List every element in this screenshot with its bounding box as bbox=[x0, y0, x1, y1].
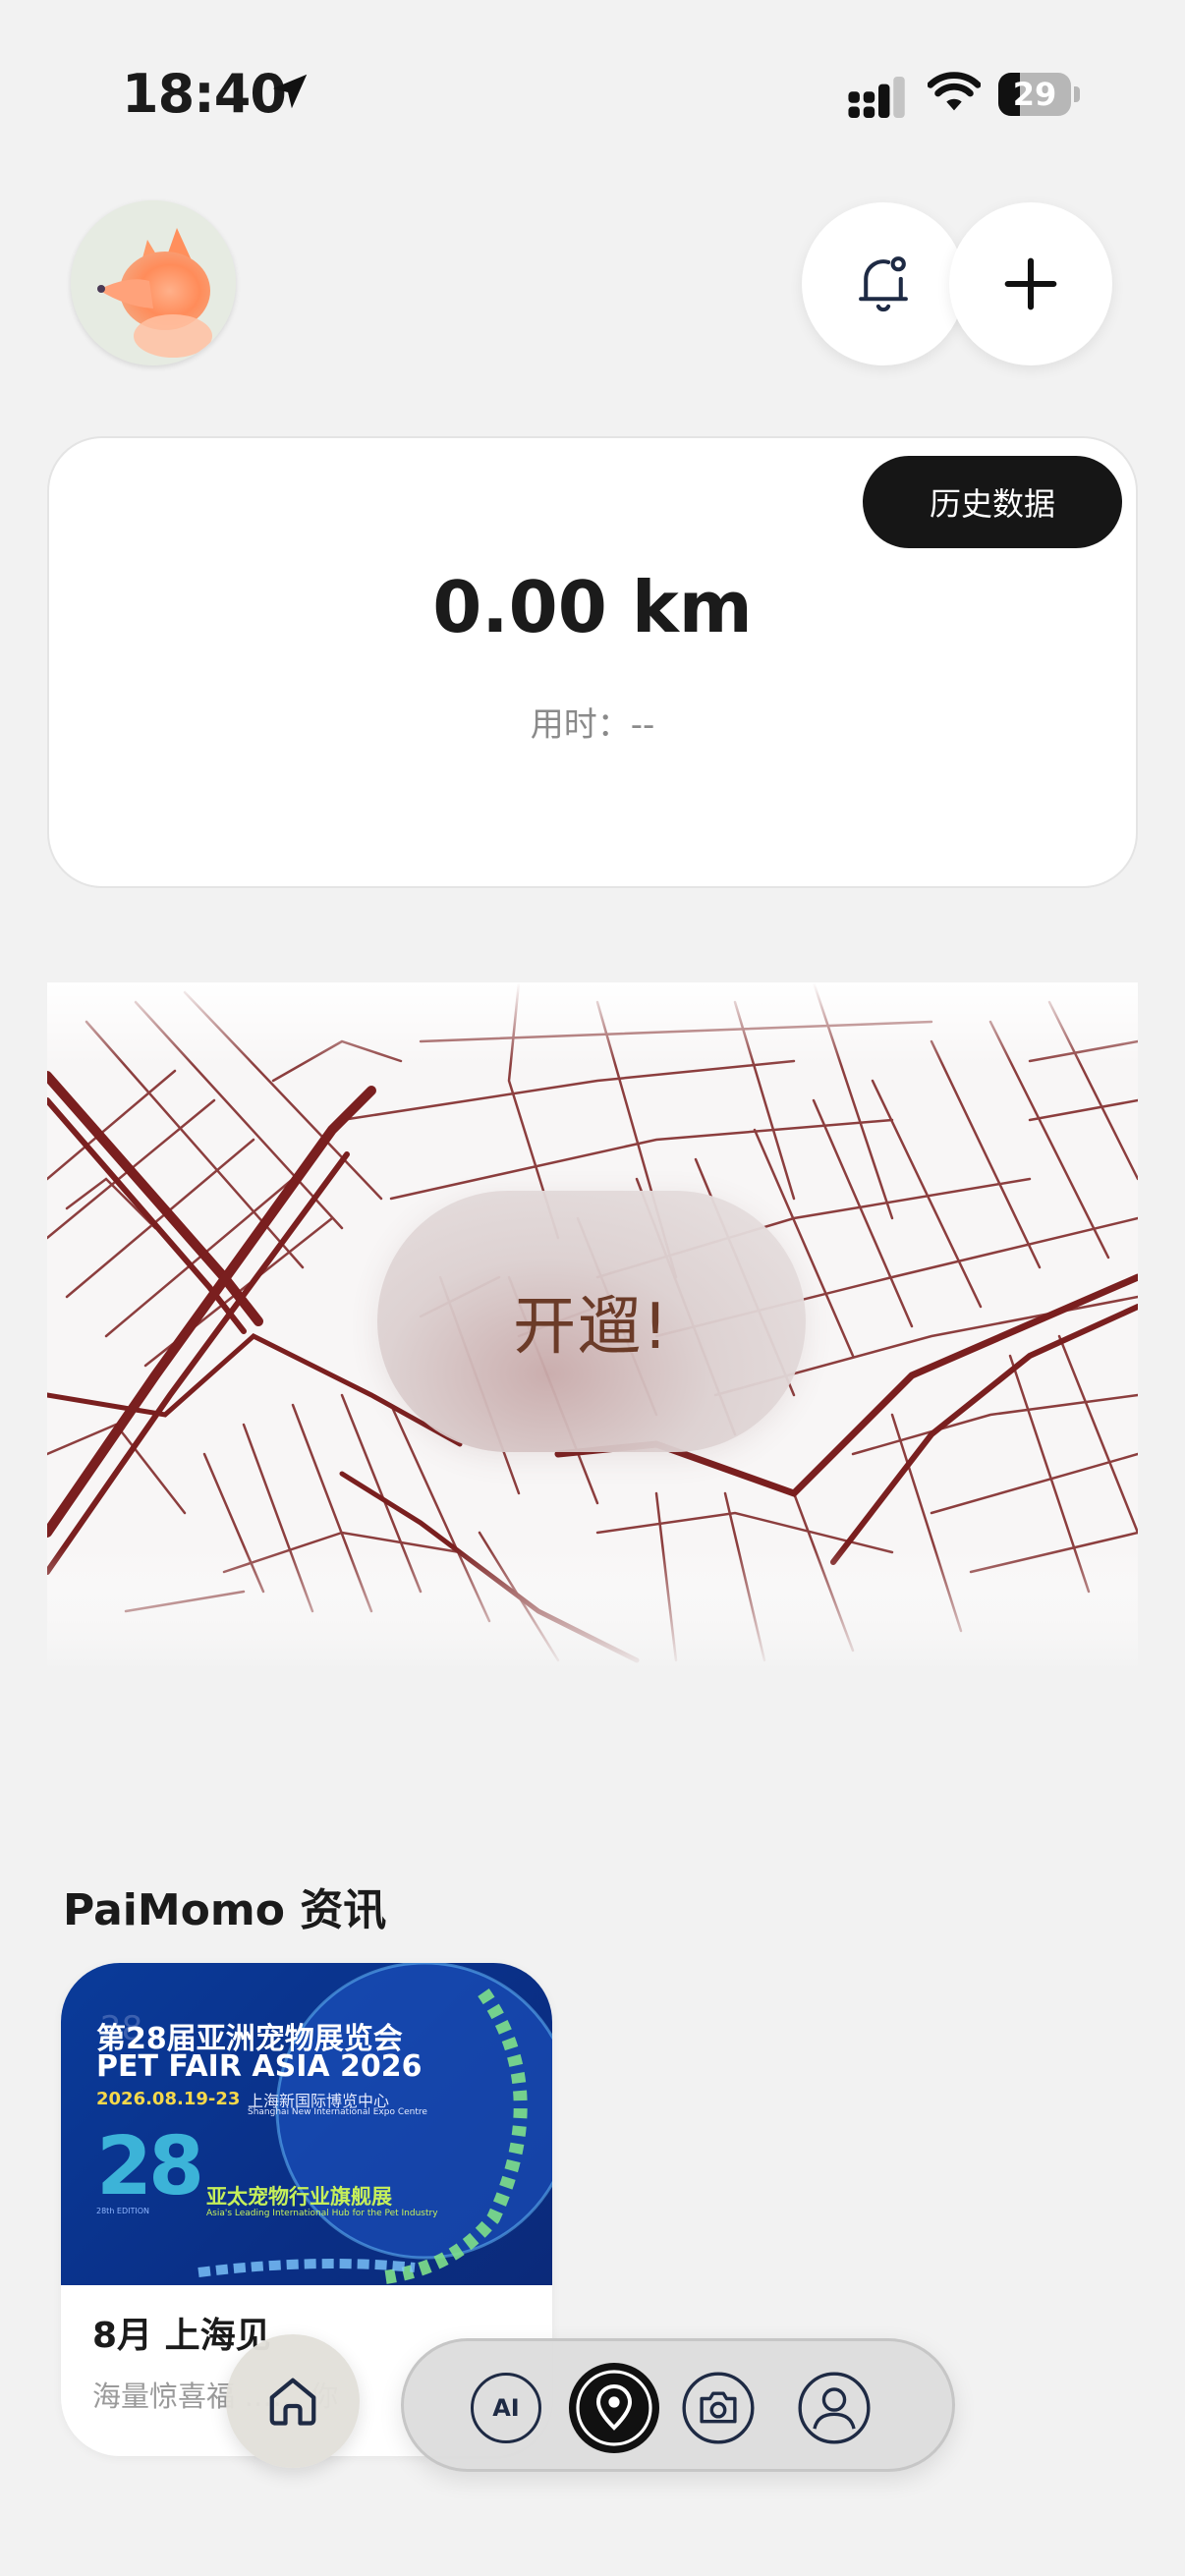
duration-text: 用时：-- bbox=[530, 705, 655, 745]
banner-venue-en: Shanghai New International Expo Centre bbox=[248, 2107, 427, 2117]
home-icon bbox=[269, 2378, 316, 2426]
nav-camera-button[interactable] bbox=[681, 2371, 756, 2445]
nav-ai-button[interactable]: AI bbox=[469, 2371, 543, 2445]
add-button[interactable] bbox=[949, 202, 1112, 365]
news-section-title: PaiMomo 资讯 bbox=[63, 1885, 387, 1935]
notifications-button[interactable] bbox=[802, 202, 965, 365]
camera-icon bbox=[682, 2372, 755, 2444]
nav-home-button[interactable] bbox=[226, 2334, 360, 2468]
banner-line2: PET FAIR ASIA 2026 bbox=[96, 2049, 423, 2084]
bottom-nav-bar: AI bbox=[401, 2338, 955, 2472]
status-time: 18:40 bbox=[122, 63, 287, 125]
battery-icon: 29 bbox=[998, 73, 1081, 118]
news-card-image: 28 第28届亚洲宠物展览会 PET FAIR ASIA 2026 2026.0… bbox=[61, 1963, 552, 2285]
distance-card: 历史数据 0.00 km 用时：-- bbox=[47, 436, 1138, 888]
ai-icon: AI bbox=[471, 2373, 541, 2443]
avatar[interactable] bbox=[71, 200, 236, 365]
banner-tagline: 亚太宠物行业旗舰展 bbox=[206, 2185, 392, 2209]
wifi-icon bbox=[928, 72, 981, 111]
nav-walk-button[interactable] bbox=[567, 2361, 661, 2455]
history-data-button[interactable]: 历史数据 bbox=[863, 456, 1122, 548]
profile-icon bbox=[798, 2372, 871, 2444]
banner-tagline-en: Asia's Leading International Hub for the… bbox=[206, 2209, 438, 2218]
banner-edition-number: 28 bbox=[96, 2120, 204, 2213]
banner-edition: 28th EDITION bbox=[96, 2207, 150, 2215]
distance-value: 0.00 km bbox=[432, 566, 753, 648]
nav-profile-button[interactable] bbox=[797, 2371, 872, 2445]
fox-avatar-icon bbox=[71, 200, 236, 365]
banner-date: 2026.08.19-23 bbox=[96, 2089, 241, 2109]
location-arrow-icon bbox=[272, 74, 308, 109]
plus-icon bbox=[1004, 257, 1057, 310]
location-pin-icon bbox=[569, 2363, 659, 2453]
bell-icon bbox=[859, 256, 908, 312]
battery-level: 29 bbox=[1012, 76, 1057, 113]
cellular-signal-icon bbox=[848, 77, 905, 118]
start-walk-button[interactable]: 开遛! bbox=[377, 1191, 806, 1452]
news-headline: 8月 上海见 bbox=[92, 2316, 271, 2356]
